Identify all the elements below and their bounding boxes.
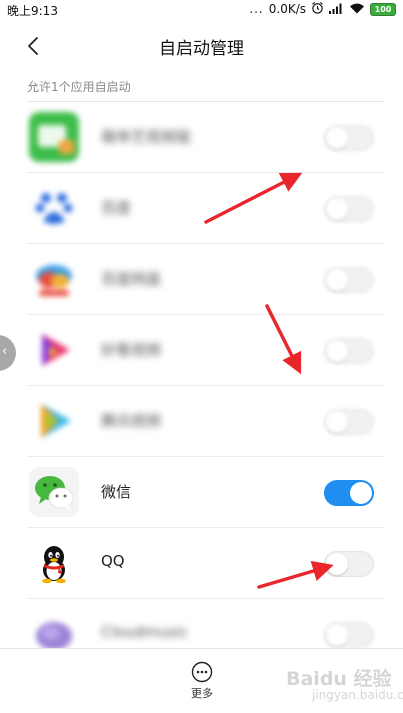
- app-name: 百度网盘: [101, 270, 162, 288]
- app-row[interactable]: QQ: [0, 528, 403, 599]
- wechat-icon: [29, 467, 79, 517]
- battery-indicator: 100: [370, 2, 396, 16]
- autostart-toggle[interactable]: [324, 409, 374, 435]
- app-row[interactable]: 百度网盘: [0, 244, 403, 315]
- app-name: QQ: [101, 552, 125, 570]
- watermark-text: Baidu 经验: [286, 668, 392, 690]
- more-dots-icon: [191, 661, 213, 683]
- toggle-knob: [326, 624, 348, 646]
- alarm-icon: [311, 1, 324, 17]
- toggle-knob: [326, 340, 348, 362]
- app-row[interactable]: 腾讯视频: [0, 386, 403, 457]
- toggle-knob: [350, 482, 372, 504]
- autostart-toggle[interactable]: [324, 480, 374, 506]
- status-time: 晚上9:13: [7, 4, 58, 18]
- app-list: 薇帝艺视频版 百度 百度网盘 好看视频 腾讯视频 微信 QQ Cloudmusi…: [0, 102, 403, 670]
- app-row[interactable]: 好看视频: [0, 315, 403, 386]
- app-row[interactable]: 百度: [0, 173, 403, 244]
- toggle-knob: [326, 198, 348, 220]
- haokan-video-icon: [29, 325, 79, 375]
- autostart-toggle[interactable]: [324, 196, 374, 222]
- status-bar: 晚上9:13 ... 0.0K/s 100: [0, 0, 403, 20]
- autostart-toggle[interactable]: [324, 267, 374, 293]
- watermark-sub: jingyan.baidu.com: [312, 688, 403, 702]
- app-row[interactable]: 薇帝艺视频版: [0, 102, 403, 173]
- toggle-knob: [326, 411, 348, 433]
- baidu-paw-icon: [29, 183, 79, 233]
- toggle-knob: [326, 127, 348, 149]
- section-header: 允许1个应用自启动: [27, 80, 131, 94]
- status-dots: ...: [249, 2, 264, 16]
- wifi-icon: [349, 2, 365, 17]
- page-title: 自启动管理: [159, 39, 244, 59]
- more-button[interactable]: 更多: [181, 661, 223, 707]
- network-speed: 0.0K/s: [268, 2, 306, 16]
- app-screen: 晚上9:13 ... 0.0K/s 100 自启动管理 允许1个应用自启动 薇帝…: [0, 0, 403, 713]
- app-name: 百度: [101, 199, 132, 217]
- signal-icon: [329, 2, 344, 17]
- title-bar: 自启动管理: [0, 28, 403, 64]
- app-row[interactable]: 微信: [0, 457, 403, 528]
- toggle-knob: [326, 553, 348, 575]
- chevron-left-icon: ‹: [2, 344, 8, 359]
- autostart-toggle[interactable]: [324, 622, 374, 648]
- app-name: Cloudmusic: [101, 623, 189, 641]
- autostart-toggle[interactable]: [324, 551, 374, 577]
- app-name: 好看视频: [101, 341, 162, 359]
- app-name: 腾讯视频: [101, 412, 162, 430]
- toggle-knob: [326, 269, 348, 291]
- autostart-toggle[interactable]: [324, 338, 374, 364]
- status-right: ... 0.0K/s 100: [249, 1, 396, 17]
- watermark: Baidu 经验 jingyan.baidu.com: [280, 664, 403, 708]
- autostart-toggle[interactable]: [324, 125, 374, 151]
- app-name: 薇帝艺视频版: [101, 128, 192, 146]
- tencent-video-icon: [29, 396, 79, 446]
- more-label: 更多: [191, 687, 213, 700]
- qq-penguin-icon: [29, 538, 79, 588]
- baidu-netdisk-icon: [29, 254, 79, 304]
- green-video-app-icon: [29, 112, 79, 162]
- app-name: 微信: [101, 483, 132, 501]
